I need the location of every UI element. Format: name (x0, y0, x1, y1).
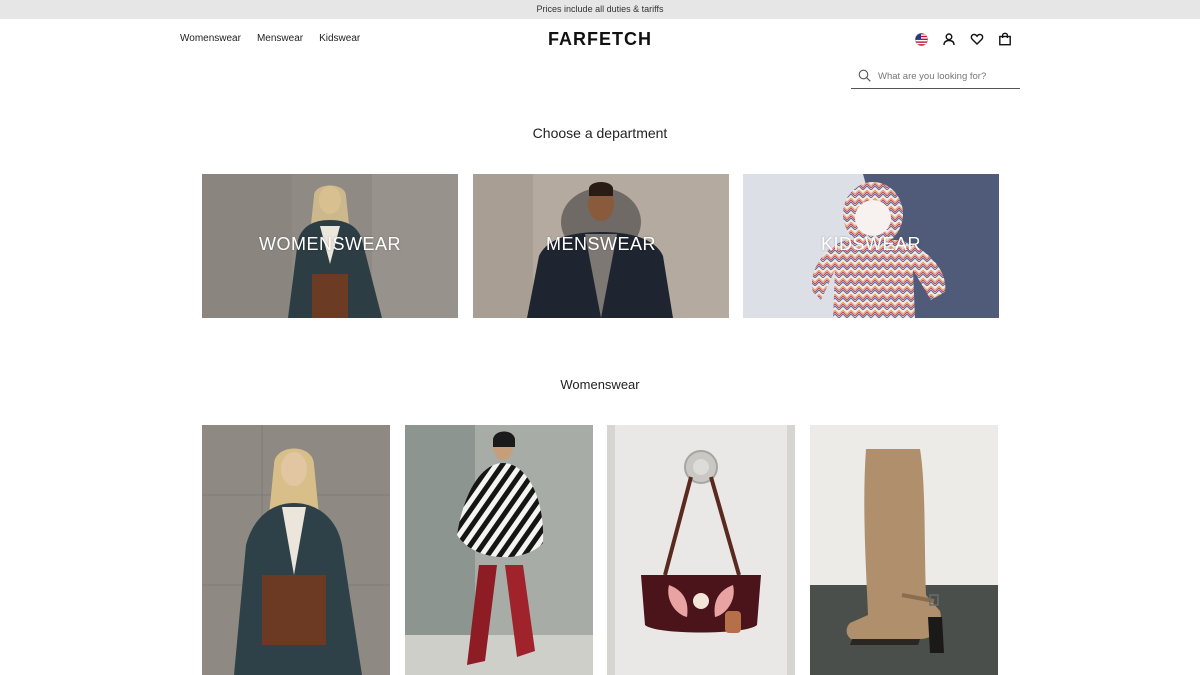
department-card-kidswear[interactable]: KIDSWEAR (743, 174, 999, 318)
department-card-womenswear[interactable]: WOMENSWEAR (202, 174, 458, 318)
search-bar (851, 64, 1020, 89)
embroidered-handbag-photo (607, 425, 795, 675)
brand-logo[interactable]: FARFETCH (536, 29, 664, 50)
nav-item-womenswear[interactable]: Womenswear (180, 33, 241, 44)
nav-item-kidswear[interactable]: Kidswear (319, 33, 360, 44)
woman-in-coat-photo (202, 425, 390, 675)
search-input[interactable] (878, 70, 1018, 82)
nav-item-menswear[interactable]: Menswear (257, 33, 303, 44)
search-icon[interactable] (858, 69, 872, 83)
header-icons (913, 31, 1013, 47)
department-label-menswear: MENSWEAR (545, 234, 656, 254)
womenswear-product-tile[interactable] (405, 425, 593, 675)
wishlist-heart-icon[interactable] (969, 31, 985, 47)
banner-text: Prices include all duties & tariffs (536, 4, 664, 14)
us-flag-icon[interactable] (913, 31, 929, 47)
top-banner: Prices include all duties & tariffs (0, 0, 1200, 19)
department-section-title: Choose a department (532, 125, 668, 141)
department-label-womenswear: WOMENSWEAR (259, 234, 401, 254)
womenswear-product-tile[interactable] (607, 425, 795, 675)
womenswear-product-tile[interactable] (202, 425, 390, 675)
womenswear-section-title: Womenswear (560, 377, 640, 392)
department-card-menswear[interactable]: MENSWEAR (473, 174, 729, 318)
womenswear-product-tile[interactable] (810, 425, 998, 675)
department-nav: Womenswear Menswear Kidswear (180, 33, 360, 44)
account-icon[interactable] (941, 31, 957, 47)
suede-knee-boot-photo (810, 425, 998, 675)
zebra-print-outfit-photo (405, 425, 593, 675)
department-label-kidswear: KIDSWEAR (820, 234, 921, 254)
shopping-bag-icon[interactable] (997, 31, 1013, 47)
